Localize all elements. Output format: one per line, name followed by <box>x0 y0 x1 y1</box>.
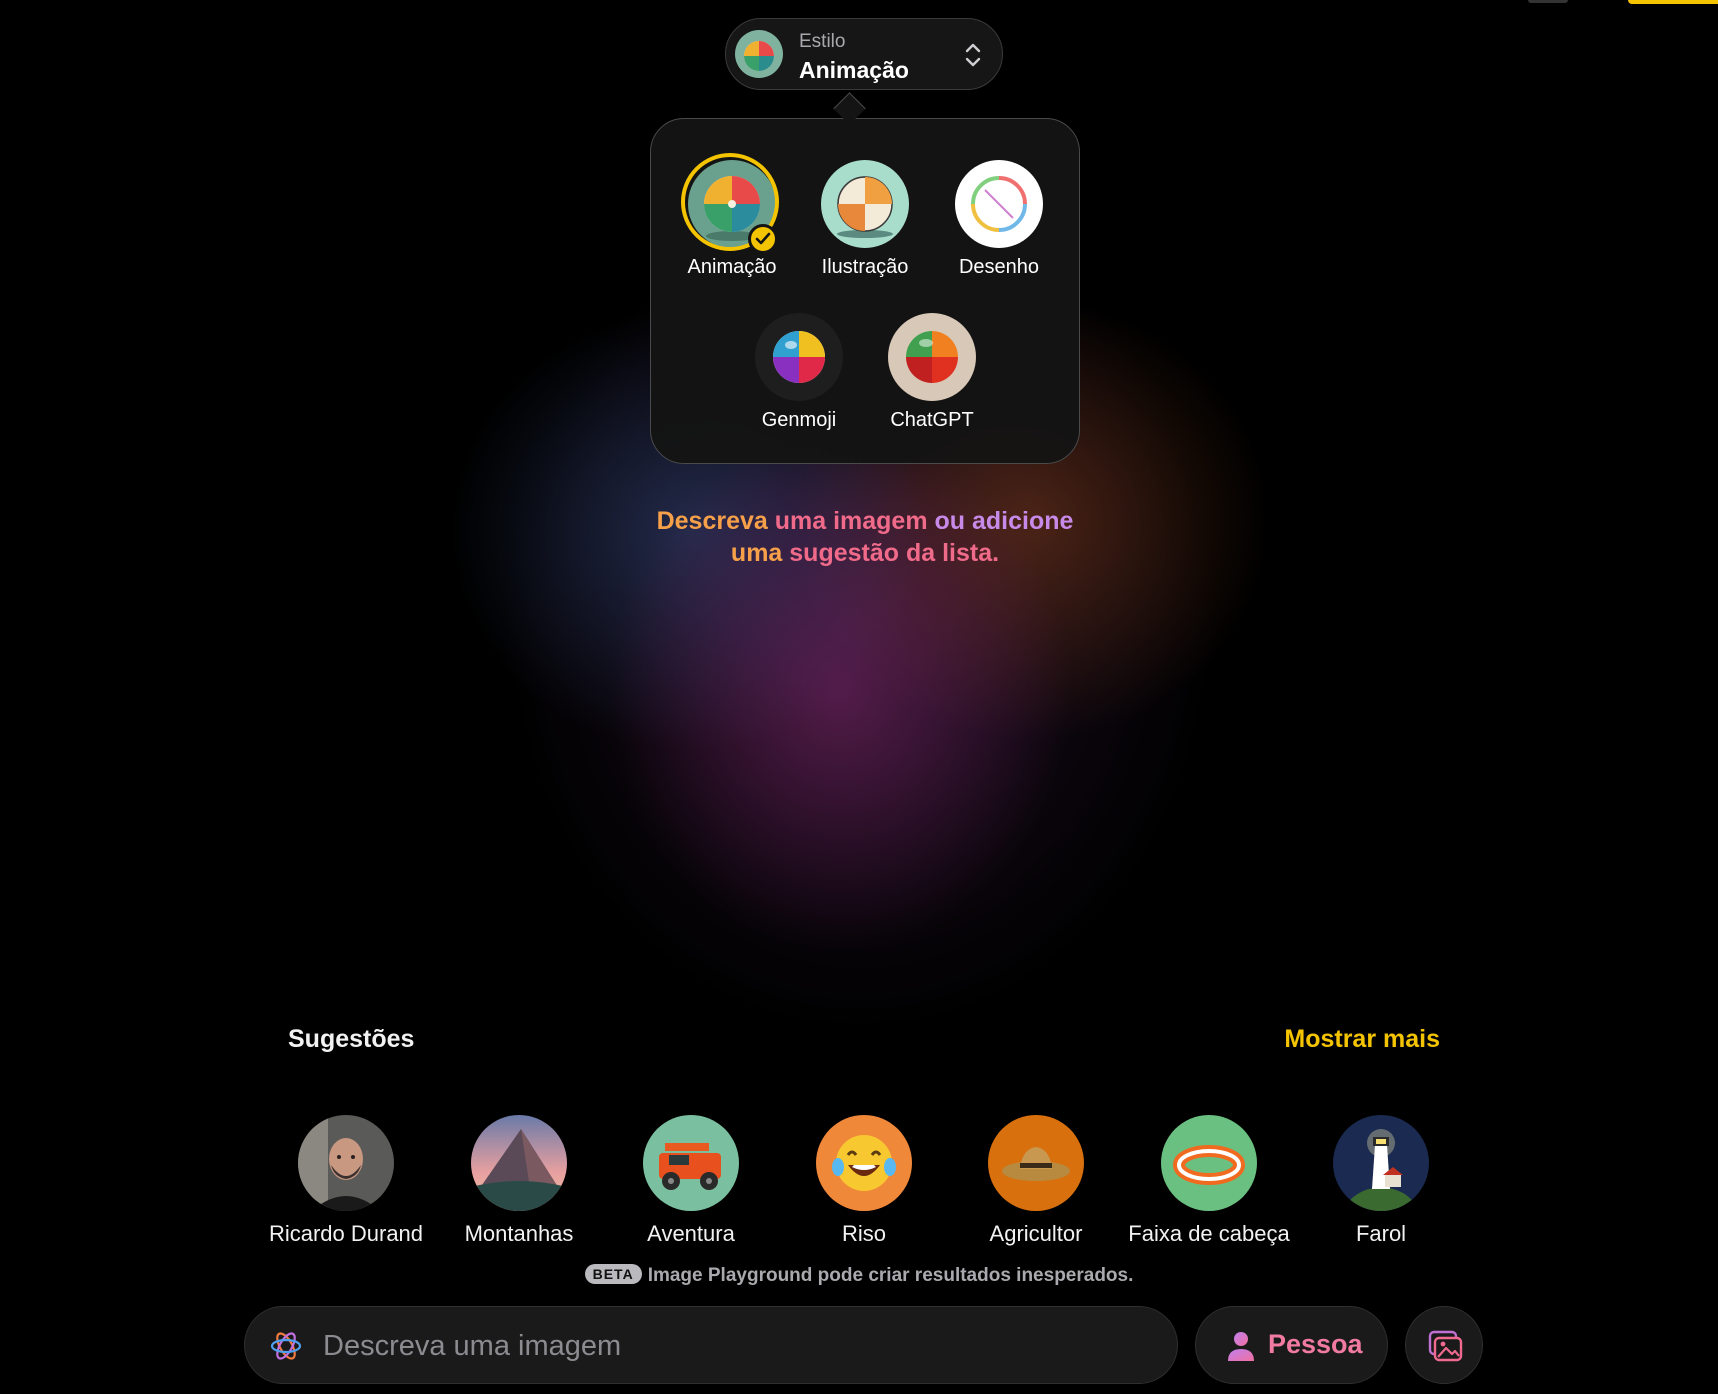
person-label: Pessoa <box>1268 1329 1363 1359</box>
suggestion-label: Aventura <box>647 1221 735 1246</box>
laughing-emoji-icon <box>816 1115 912 1211</box>
beach-ball-sketch-icon <box>955 160 1043 248</box>
image-playground-icon <box>270 1332 302 1360</box>
jeep-icon <box>643 1115 739 1211</box>
style-option-label: Genmoji <box>761 409 837 431</box>
beach-ball-genmoji-icon <box>755 313 843 401</box>
suggestion-label: Riso <box>841 1221 886 1246</box>
suggestion-ricardo-durand[interactable]: Ricardo Durand <box>256 1115 436 1247</box>
mountain-icon <box>471 1115 567 1211</box>
suggestion-label: Farol <box>1355 1221 1407 1246</box>
suggestion-faixa-de-cabeca[interactable]: Faixa de cabeça <box>1119 1115 1299 1247</box>
style-selector[interactable]: Estilo Animação <box>725 18 1003 90</box>
suggestion-farol[interactable]: Farol <box>1291 1115 1471 1247</box>
checkmark-icon <box>748 224 778 254</box>
beach-ball-illustration-icon <box>821 160 909 248</box>
accent-edge <box>1628 0 1718 4</box>
prompt-field[interactable] <box>244 1306 1178 1384</box>
style-value: Animação <box>799 57 909 83</box>
chevron-up-down-icon <box>965 43 981 67</box>
suggestion-aventura[interactable]: Aventura <box>601 1115 781 1247</box>
prompt-input[interactable] <box>321 1321 1145 1371</box>
style-option-label: Desenho <box>958 256 1040 278</box>
beta-text: Image Playground pode criar resultados i… <box>647 1265 1134 1286</box>
hint-text: Descreva <box>656 507 775 535</box>
suggestion-label: Agricultor <box>989 1221 1083 1246</box>
beta-badge: BETA <box>584 1264 642 1284</box>
hint-text: uma imagem <box>774 507 935 535</box>
suggestion-label: Faixa de cabeça <box>1128 1221 1290 1246</box>
style-caption: Estilo <box>799 31 846 52</box>
window-control-edge <box>1528 0 1568 3</box>
style-option-label: ChatGPT <box>890 409 974 431</box>
style-option-animacao[interactable]: Animação <box>672 153 792 279</box>
hint-text: sugestão da lista. <box>789 539 1000 567</box>
suggestions-title: Sugestões <box>288 1025 415 1053</box>
person-icon <box>1228 1332 1254 1361</box>
straw-hat-icon <box>988 1115 1084 1211</box>
style-option-desenho[interactable]: Desenho <box>939 160 1059 279</box>
suggestion-agricultor[interactable]: Agricultor <box>946 1115 1126 1247</box>
person-button[interactable]: Pessoa <box>1195 1306 1388 1384</box>
hint-text: uma <box>730 539 790 567</box>
show-more-link[interactable]: Mostrar mais <box>1284 1025 1440 1054</box>
style-option-ilustracao[interactable]: Ilustração <box>805 160 925 279</box>
beach-ball-chatgpt-icon <box>888 313 976 401</box>
gallery-button[interactable] <box>1405 1306 1483 1384</box>
style-option-label: Animação <box>687 256 777 278</box>
hint-text: ou adicione <box>934 507 1074 535</box>
suggestion-riso[interactable]: Riso <box>774 1115 954 1247</box>
person-photo-icon <box>298 1115 394 1211</box>
suggestion-label: Ricardo Durand <box>268 1221 424 1246</box>
photo-gallery-icon <box>1428 1330 1463 1362</box>
headband-icon <box>1161 1115 1257 1211</box>
beta-notice: BETA Image Playground pode criar resultad… <box>0 1264 1718 1287</box>
lighthouse-icon <box>1333 1115 1429 1211</box>
style-option-genmoji[interactable]: Genmoji <box>739 313 859 432</box>
beach-ball-icon <box>735 30 783 78</box>
prompt-hint: Descreva uma imagem ou adicione uma suge… <box>600 505 1130 569</box>
style-option-chatgpt[interactable]: ChatGPT <box>872 313 992 432</box>
suggestion-montanhas[interactable]: Montanhas <box>429 1115 609 1247</box>
style-option-label: Ilustração <box>821 256 909 278</box>
suggestion-label: Montanhas <box>464 1221 574 1246</box>
